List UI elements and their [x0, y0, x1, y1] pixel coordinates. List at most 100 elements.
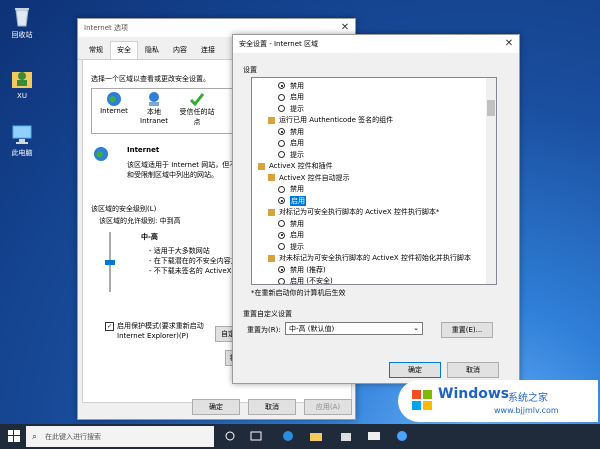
- zone-trusted-sites[interactable]: 受信任的站 点: [176, 91, 218, 127]
- cancel-button[interactable]: 取消: [248, 399, 296, 415]
- radio-icon[interactable]: [278, 197, 285, 204]
- security-settings-titlebar[interactable]: 安全设置 - Internet 区域 ✕: [233, 35, 519, 53]
- taskbar: ⌕ 在此键入进行搜索: [0, 424, 600, 449]
- setting-option[interactable]: 启用: [278, 138, 304, 149]
- settings-scrollbar[interactable]: [486, 78, 496, 284]
- zone-local-intranet[interactable]: 本地 Intranet: [134, 91, 174, 125]
- setting-option[interactable]: 禁用: [278, 184, 304, 195]
- zone-label: Internet: [100, 107, 128, 115]
- reset-level-dropdown[interactable]: 中-高 (默认值) ⌄: [285, 322, 423, 335]
- tab-general[interactable]: 常规: [82, 41, 110, 59]
- internet-explorer-icon[interactable]: [396, 430, 408, 442]
- setting-option[interactable]: 启用: [278, 92, 304, 103]
- setting-option[interactable]: 启用: [278, 230, 304, 241]
- radio-icon[interactable]: [278, 93, 285, 101]
- search-placeholder: 在此键入进行搜索: [45, 432, 102, 441]
- setting-text: 禁用: [290, 127, 304, 136]
- reset-button[interactable]: 重置(E)...: [441, 322, 493, 338]
- setting-text: 启用 (不安全): [290, 277, 333, 285]
- settings-label: 设置: [243, 66, 257, 74]
- desktop-icon-user[interactable]: XU: [0, 66, 44, 100]
- desktop-icon-label: XU: [17, 92, 27, 100]
- start-button-icon[interactable]: [8, 430, 20, 442]
- radio-icon[interactable]: [278, 243, 285, 250]
- security-level-group-label: 该区域的安全级别(L): [91, 205, 157, 213]
- chevron-down-icon: ⌄: [413, 324, 419, 332]
- settings-list[interactable]: 禁用 启用 提示 运行已用 Authenticode 签名的组件 禁用 启用 提示 Activ…: [251, 77, 497, 285]
- setting-text: 禁用: [290, 81, 304, 90]
- zone-prompt: 选择一个区域以查看或更改安全设置。: [91, 75, 210, 83]
- store-icon[interactable]: [340, 430, 352, 442]
- intranet-icon: [146, 91, 162, 107]
- setting-group-icon: [268, 208, 275, 216]
- radio-icon[interactable]: [278, 266, 285, 273]
- desktop-icon-label: 此电脑: [11, 149, 33, 157]
- watermark-suffix: 系统之家: [508, 393, 548, 404]
- widgets-icon[interactable]: [250, 430, 262, 442]
- security-level-slider[interactable]: [105, 232, 115, 292]
- tab-content[interactable]: 内容: [166, 41, 194, 59]
- setting-option[interactable]: 禁用: [278, 80, 304, 91]
- setting-option[interactable]: 禁用: [278, 218, 304, 229]
- setting-group-icon: [258, 162, 265, 170]
- restart-note: *在重新启动你的计算机后生效: [251, 289, 346, 297]
- slider-thumb[interactable]: [105, 260, 115, 265]
- setting-option[interactable]: 提示: [278, 103, 304, 114]
- level-bullet: - 不下载未签名的 ActiveX 控: [149, 267, 241, 275]
- setting-option[interactable]: 提示: [278, 149, 304, 160]
- tab-connections[interactable]: 连接: [194, 41, 222, 59]
- setting-group-icon: [268, 174, 275, 181]
- desktop-icon-this-pc[interactable]: 此电脑: [0, 122, 44, 158]
- setting-option[interactable]: 启用: [278, 195, 306, 206]
- setting-text: 对标记为可安全执行脚本的 ActiveX 控件执行脚本*: [279, 208, 440, 216]
- setting-text: 提示: [290, 104, 304, 113]
- file-explorer-icon[interactable]: [310, 430, 322, 442]
- security-level-name: 中-高: [141, 233, 158, 241]
- setting-text: ActiveX 控件自动提示: [279, 173, 350, 182]
- radio-icon[interactable]: [278, 128, 285, 135]
- radio-icon[interactable]: [278, 277, 285, 284]
- setting-option[interactable]: 禁用 (推荐): [278, 264, 326, 275]
- reset-level-value: 中-高 (默认值): [289, 324, 335, 333]
- radio-icon[interactable]: [278, 185, 285, 193]
- tab-security[interactable]: 安全: [110, 41, 138, 60]
- zone-label: 受信任的站 点: [179, 108, 215, 126]
- search-icon: ⌕: [32, 431, 38, 442]
- radio-icon[interactable]: [278, 139, 285, 147]
- security-level-allowed: 该区域的允许级别: 中到高: [99, 217, 181, 225]
- close-icon[interactable]: ✕: [503, 38, 515, 50]
- scrollbar-thumb[interactable]: [487, 100, 495, 116]
- task-view-icon[interactable]: [224, 430, 236, 442]
- tab-privacy[interactable]: 隐私: [138, 41, 166, 59]
- setting-group-icon: [268, 116, 275, 124]
- ok-button[interactable]: 确定: [192, 399, 240, 415]
- watermark: Windows 系统之家 www.bjjmlv.com: [398, 380, 598, 422]
- radio-icon[interactable]: [278, 151, 285, 158]
- protected-mode-checkbox[interactable]: ✓: [105, 322, 114, 331]
- radio-icon[interactable]: [278, 231, 285, 239]
- user-folder-icon: [10, 66, 34, 90]
- mail-icon[interactable]: [368, 430, 380, 442]
- zone-title: Internet: [127, 146, 160, 154]
- radio-icon[interactable]: [278, 105, 285, 112]
- desktop-icon-recycle-bin[interactable]: 回收站: [0, 4, 44, 40]
- zone-description: 该区域适用于 Internet 网站，但不 和受限制区域中列出的网站。: [127, 161, 237, 179]
- desktop: 回收站 XU 此电脑 Internet 选项 ✕ 常规 安全 隐私 内容 连接 …: [0, 0, 600, 424]
- setting-text: 启用: [290, 139, 304, 147]
- zone-internet[interactable]: Internet: [94, 91, 134, 115]
- edge-browser-icon[interactable]: [282, 430, 294, 442]
- setting-group-icon: [268, 254, 275, 262]
- level-bullet: - 在下载潜在的不安全内容之: [149, 257, 238, 265]
- setting-text: 禁用 (推荐): [290, 265, 326, 274]
- ok-button[interactable]: 确定: [389, 362, 441, 378]
- recycle-bin-icon: [10, 4, 34, 28]
- radio-icon[interactable]: [278, 220, 285, 227]
- setting-option[interactable]: 禁用: [278, 126, 304, 137]
- setting-option[interactable]: 提示: [278, 241, 304, 252]
- apply-button: 应用(A): [304, 399, 352, 415]
- close-icon[interactable]: ✕: [339, 22, 351, 34]
- taskbar-search[interactable]: ⌕ 在此键入进行搜索: [26, 426, 214, 447]
- cancel-button[interactable]: 取消: [447, 362, 499, 378]
- setting-option[interactable]: 启用 (不安全): [278, 276, 333, 285]
- radio-icon[interactable]: [278, 82, 285, 89]
